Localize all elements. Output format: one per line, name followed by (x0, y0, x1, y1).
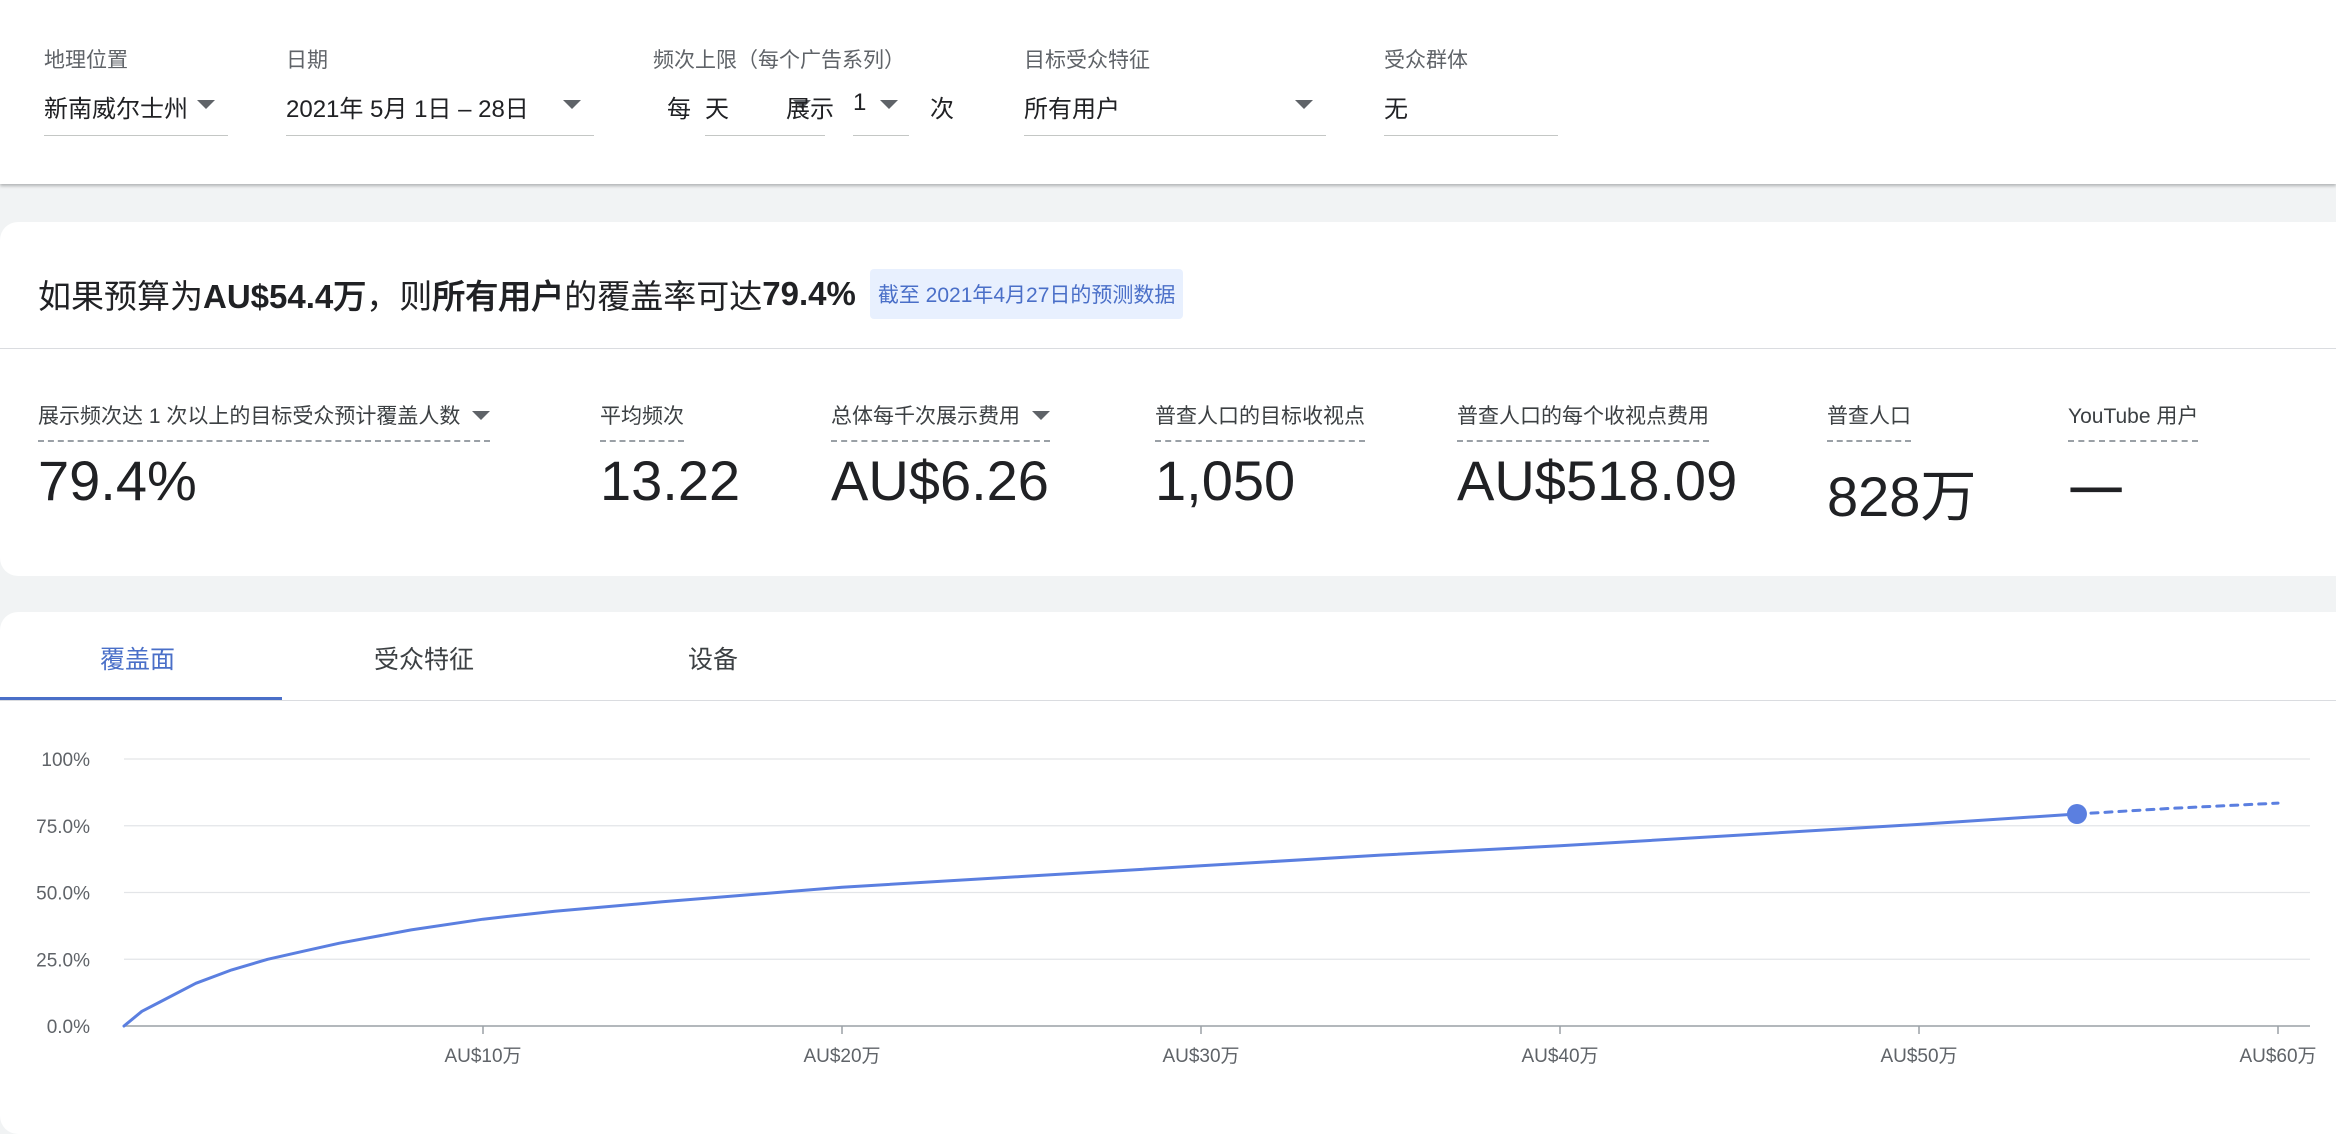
forecast-summary-text: 如果预算为 AU$54.4万 ，则 所有用户 的覆盖率可达 79.4% 截至 2… (38, 264, 1184, 324)
forecast-date-badge: 截至 2021年4月27日的预测数据 (869, 269, 1184, 319)
summary-budget: AU$54.4万 (203, 278, 367, 315)
metric-cpm-label-text: 总体每千次展示费用 (831, 405, 1020, 428)
y-tick-label: 0.0% (47, 1017, 90, 1038)
x-tick-label: AU$50万 (1880, 1046, 1957, 1067)
metric-avg-frequency-label[interactable]: 平均频次 (600, 400, 684, 442)
chevron-down-icon (1295, 100, 1313, 109)
metric-reach-value: 79.4% (38, 449, 197, 512)
metric-cost-per-point-label[interactable]: 普查人口的每个收视点费用 (1457, 400, 1709, 442)
x-axis: AU$10万 AU$20万 AU$30万 AU$40万 AU$50万 AU$60万 (444, 1026, 2317, 1067)
segments-filter-label: 受众群体 (1384, 49, 1468, 72)
forecast-extension-line (2075, 801, 2280, 816)
filter-bar: 地理位置 新南威尔士州 日期 2021年 5月 1日 – 28日 频次上限（每个… (0, 0, 2336, 184)
metric-trp-label[interactable]: 普查人口的目标收视点 (1155, 400, 1365, 442)
chevron-down-icon (1032, 411, 1050, 420)
x-tick-label: AU$20万 (803, 1046, 880, 1067)
chart-gridlines (124, 758, 2310, 1027)
summary-prefix: 如果预算为 (38, 278, 203, 315)
reach-curve-line (122, 812, 2079, 1028)
chevron-down-icon (880, 100, 898, 109)
summary-mid2: 的覆盖率可达 (564, 278, 763, 315)
audience-filter-label: 目标受众特征 (1024, 49, 1150, 72)
summary-mid: ，则 (366, 278, 433, 315)
y-axis: 0.0% 25.0% 50.0% 75.0% 100% (36, 750, 90, 1038)
date-filter-label: 日期 (286, 49, 328, 72)
forecast-summary-card: 如果预算为 AU$54.4万 ，则 所有用户 的覆盖率可达 79.4% 截至 2… (0, 222, 2336, 576)
x-tick-label: AU$60万 (2239, 1046, 2316, 1067)
x-tick-label: AU$40万 (1521, 1046, 1598, 1067)
y-tick-label: 50.0% (36, 884, 90, 905)
metric-cost-per-point-value: AU$518.09 (1457, 449, 1738, 512)
date-range-value: 2021年 5月 1日 – 28日 (286, 96, 529, 123)
frequency-unit-text: 次 (930, 96, 954, 123)
geo-dropdown-value: 新南威尔士州 (44, 96, 188, 123)
audience-dropdown[interactable]: 所有用户 (1024, 86, 1326, 136)
chart-card: 覆盖面 受众特征 设备 0.0% 25.0% 50.0% 75.0% 100% AU$1… (0, 612, 2336, 1134)
frequency-count-value: 1 (853, 89, 867, 116)
chart-series (122, 801, 2280, 1028)
metric-population-label[interactable]: 普查人口 (1827, 400, 1911, 442)
metric-avg-frequency-value: 13.22 (600, 449, 741, 512)
metric-reach-label-text: 展示频次达 1 次以上的目标受众预计覆盖人数 (38, 405, 461, 428)
geo-dropdown[interactable]: 新南威尔士州 (44, 86, 228, 136)
x-tick-label: AU$30万 (1162, 1046, 1239, 1067)
summary-rate: 79.4% (762, 275, 856, 312)
chevron-down-icon (563, 100, 581, 109)
summary-audience: 所有用户 (432, 278, 565, 315)
metric-youtube-users-label[interactable]: YouTube 用户 (2068, 400, 2199, 442)
frequency-show-text: 展示 (786, 96, 834, 123)
x-tick-label: AU$10万 (444, 1046, 521, 1067)
metric-population-value: 828万 (1827, 465, 1977, 528)
chevron-down-icon (472, 411, 491, 420)
reach-curve-chart: 0.0% 25.0% 50.0% 75.0% 100% AU$10万 AU$20万 AU$3… (36, 750, 2317, 1067)
y-tick-label: 75.0% (36, 817, 90, 838)
segments-field[interactable]: 无 (1384, 86, 1558, 136)
frequency-cap-label: 频次上限（每个广告系列） (653, 49, 905, 72)
geo-filter-label: 地理位置 (44, 49, 128, 72)
frequency-count-dropdown[interactable]: 1 (853, 86, 909, 136)
y-tick-label: 100% (41, 750, 90, 771)
metric-youtube-users-value: 一 (2068, 461, 2124, 524)
current-budget-point[interactable] (2066, 804, 2087, 825)
divider (0, 348, 2336, 349)
segments-field-value: 无 (1384, 96, 1408, 123)
metric-reach-label[interactable]: 展示频次达 1 次以上的目标受众预计覆盖人数 (38, 400, 491, 442)
audience-dropdown-value: 所有用户 (1024, 96, 1120, 123)
metric-cpm-label[interactable]: 总体每千次展示费用 (831, 400, 1050, 442)
metric-trp-value: 1,050 (1155, 449, 1296, 512)
date-range-dropdown[interactable]: 2021年 5月 1日 – 28日 (286, 86, 594, 136)
frequency-every-text: 每 (667, 96, 691, 123)
chevron-down-icon (197, 100, 215, 109)
y-tick-label: 25.0% (36, 950, 90, 971)
frequency-period-value: 天 (705, 96, 729, 123)
metric-cpm-value: AU$6.26 (831, 449, 1049, 512)
